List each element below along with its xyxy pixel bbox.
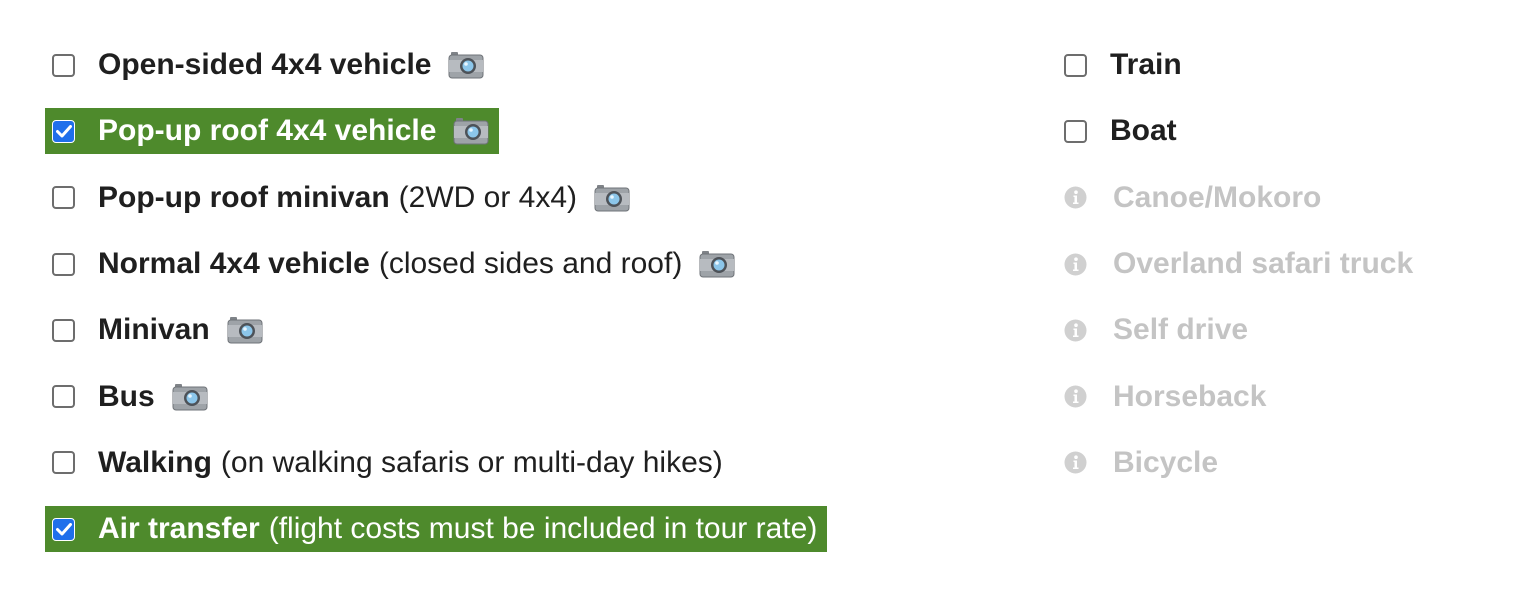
option-walking[interactable]: Walking (on walking safaris or multi-day… [45, 440, 733, 486]
option-row: Train [1057, 32, 1423, 98]
camera-icon[interactable] [227, 316, 263, 344]
option-row: Open-sided 4x4 vehicle [45, 32, 827, 98]
option-row: Walking (on walking safaris or multi-day… [45, 430, 827, 496]
checkbox[interactable] [52, 385, 75, 409]
option-normal-4x4[interactable]: Normal 4x4 vehicle (closed sides and roo… [45, 241, 745, 287]
checkbox[interactable] [52, 517, 75, 541]
option-row: Air transfer (flight costs must be inclu… [45, 496, 828, 562]
option-label: Bicycle [1113, 445, 1219, 479]
option-row: Overland safari truck [1057, 231, 1423, 297]
camera-icon[interactable] [453, 117, 489, 145]
checkmark-icon [55, 124, 72, 138]
option-boat[interactable]: Boat [1057, 108, 1187, 154]
option-row: Bus [45, 363, 827, 429]
option-label: Self drive [1113, 313, 1249, 347]
checkbox[interactable] [52, 318, 75, 342]
info-icon[interactable] [1064, 385, 1087, 408]
option-row: Boat [1057, 98, 1423, 164]
option-row: Canoe/Mokoro [1057, 165, 1423, 231]
info-icon[interactable] [1064, 319, 1087, 342]
camera-icon[interactable] [594, 184, 630, 212]
info-icon[interactable] [1064, 451, 1087, 474]
checkbox[interactable] [1064, 119, 1087, 143]
option-train[interactable]: Train [1057, 42, 1192, 88]
option-label: Boat [1110, 114, 1177, 148]
option-row: Minivan [45, 297, 827, 363]
option-row: Normal 4x4 vehicle (closed sides and roo… [45, 231, 827, 297]
option-row: Bicycle [1057, 430, 1423, 496]
checkbox[interactable] [1064, 53, 1087, 77]
option-canoe-mokoro: Canoe/Mokoro [1057, 175, 1331, 221]
option-label: Normal 4x4 vehicle [98, 247, 370, 281]
option-label: Overland safari truck [1113, 247, 1414, 281]
option-bus[interactable]: Bus [45, 374, 218, 420]
camera-icon[interactable] [448, 51, 484, 79]
checkbox[interactable] [52, 119, 75, 143]
option-air-transfer[interactable]: Air transfer (flight costs must be inclu… [45, 506, 828, 553]
transport-options-right: Train Boat Canoe/Mokoro Overland safari … [1057, 32, 1423, 496]
info-icon[interactable] [1064, 186, 1087, 209]
checkbox[interactable] [52, 451, 75, 475]
option-bicycle: Bicycle [1057, 440, 1228, 486]
option-horseback: Horseback [1057, 374, 1276, 420]
checkbox[interactable] [52, 53, 75, 77]
option-self-drive: Self drive [1057, 307, 1258, 353]
checkbox[interactable] [52, 252, 75, 276]
option-row: Horseback [1057, 363, 1423, 429]
checkmark-icon [55, 522, 72, 536]
option-label: Train [1110, 48, 1182, 82]
option-popup-roof-minivan[interactable]: Pop-up roof minivan (2WD or 4x4) [45, 175, 640, 221]
camera-icon[interactable] [699, 250, 735, 278]
option-minivan[interactable]: Minivan [45, 307, 273, 353]
checkbox[interactable] [52, 186, 75, 210]
option-label: Bus [98, 379, 155, 413]
option-overland-safari-truck: Overland safari truck [1057, 241, 1423, 287]
option-label: Pop-up roof 4x4 vehicle [98, 114, 437, 148]
option-row: Pop-up roof minivan (2WD or 4x4) [45, 165, 827, 231]
option-popup-roof-4x4[interactable]: Pop-up roof 4x4 vehicle [45, 108, 500, 155]
transport-options-left: Open-sided 4x4 vehicle Pop-up roof 4x4 v… [45, 32, 828, 562]
option-row: Self drive [1057, 297, 1423, 363]
option-label: Canoe/Mokoro [1113, 180, 1322, 214]
option-sublabel: (closed sides and roof) [378, 247, 683, 281]
option-label: Open-sided 4x4 vehicle [98, 48, 432, 82]
info-icon[interactable] [1064, 253, 1087, 276]
option-label: Walking [98, 445, 212, 479]
option-sublabel: (flight costs must be included in tour r… [268, 512, 818, 546]
option-row: Pop-up roof 4x4 vehicle [45, 98, 827, 164]
option-sublabel: (2WD or 4x4) [398, 180, 578, 214]
option-label: Horseback [1113, 379, 1267, 413]
option-label: Air transfer [98, 512, 260, 546]
option-label: Minivan [98, 313, 210, 347]
camera-icon[interactable] [172, 383, 208, 411]
option-open-sided-4x4[interactable]: Open-sided 4x4 vehicle [45, 42, 494, 88]
option-sublabel: (on walking safaris or multi-day hikes) [220, 445, 723, 479]
option-label: Pop-up roof minivan [98, 180, 390, 214]
